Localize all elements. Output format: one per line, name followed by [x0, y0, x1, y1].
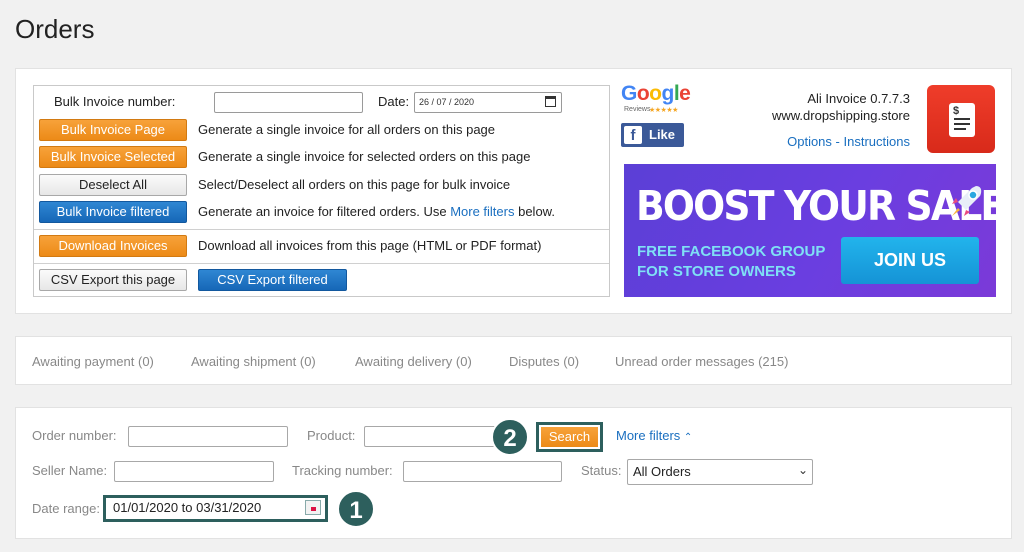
product-input[interactable] [364, 426, 499, 447]
download-invoices-button[interactable]: Download Invoices [39, 235, 187, 257]
bulk-invoice-box: Bulk Invoice number: Date: 26 / 07 / 202… [33, 85, 610, 297]
banner-subtitle-line1: FREE FACEBOOK GROUP [637, 243, 826, 260]
order-filters: Order number: Product: 2 Search More fil… [15, 407, 1012, 539]
status-label: Status: [581, 463, 622, 478]
bulk-invoice-page-button[interactable]: Bulk Invoice Page [39, 119, 187, 141]
google-logo-text: Google [621, 82, 691, 105]
stars-icon: ★★★★★ [649, 107, 678, 114]
chevron-up-icon: ⌃ [683, 432, 693, 443]
status-selected-value: All Orders [633, 464, 691, 479]
more-filters-toggle[interactable]: More filters ⌃ [616, 428, 692, 443]
tab-unread-messages[interactable]: Unread order messages (215) [615, 354, 788, 369]
tab-disputes[interactable]: Disputes (0) [509, 354, 579, 369]
order-number-input[interactable] [128, 426, 288, 447]
rocket-icon [952, 186, 982, 216]
csv-export-filtered-button[interactable]: CSV Export filtered [198, 269, 347, 291]
link-separator: - [835, 134, 840, 149]
divider [34, 229, 609, 230]
bulk-invoice-filtered-button[interactable]: Bulk Invoice filtered [39, 201, 187, 223]
ali-invoice-app-icon: $ [927, 85, 995, 153]
more-filters-link[interactable]: More filters [450, 204, 514, 219]
like-label: Like [649, 127, 676, 142]
tab-awaiting-shipment[interactable]: Awaiting shipment (0) [191, 354, 316, 369]
join-us-button[interactable]: JOIN US [841, 237, 979, 284]
seller-name-input[interactable] [114, 461, 274, 482]
reviews-label: Reviews [624, 106, 651, 113]
tracking-number-input[interactable] [403, 461, 562, 482]
deselect-all-desc: Select/Deselect all orders on this page … [198, 177, 511, 192]
bulk-invoice-selected-desc: Generate a single invoice for selected o… [198, 149, 531, 164]
boost-sales-banner[interactable]: BOOST YOUR SALES FREE FACEBOOK GROUP FOR… [624, 164, 996, 297]
facebook-like-button[interactable]: f Like [621, 123, 684, 147]
facebook-icon: f [624, 126, 642, 144]
order-status-tabs: Awaiting payment (0) Awaiting shipment (… [15, 336, 1012, 385]
step-2-badge: 2 [491, 418, 529, 456]
divider [34, 263, 609, 264]
invoice-panel: Bulk Invoice number: Date: 26 / 07 / 202… [15, 68, 1012, 314]
seller-name-label: Seller Name: [32, 463, 108, 478]
search-button[interactable]: Search [541, 427, 598, 447]
instructions-link[interactable]: Instructions [844, 134, 910, 149]
date-range-label: Date range: [32, 501, 100, 516]
chevron-down-icon: ⌄ [797, 463, 808, 477]
page-title: Orders [15, 14, 95, 44]
filtered-desc-suffix: below. [514, 204, 555, 219]
bulk-invoice-page-desc: Generate a single invoice for all orders… [198, 122, 496, 137]
calendar-icon[interactable] [305, 500, 321, 515]
banner-title: BOOST YOUR SALES [636, 182, 996, 230]
order-number-label: Order number: [32, 428, 117, 443]
tracking-number-label: Tracking number: [292, 463, 393, 478]
bulk-invoice-filtered-desc: Generate an invoice for filtered orders.… [198, 204, 555, 219]
bulk-invoice-number-input[interactable] [214, 92, 363, 113]
status-select[interactable]: All Orders ⌄ [627, 459, 813, 485]
banner-subtitle-line2: FOR STORE OWNERS [637, 263, 796, 280]
help-links: Options - Instructions [787, 134, 910, 149]
website-link[interactable]: www.dropshipping.store [772, 108, 910, 123]
app-version: Ali Invoice 0.7.7.3 [807, 91, 910, 106]
date-label: Date: [378, 94, 410, 109]
csv-export-page-button[interactable]: CSV Export this page [39, 269, 187, 291]
deselect-all-button[interactable]: Deselect All [39, 174, 187, 196]
download-invoices-desc: Download all invoices from this page (HT… [198, 238, 542, 253]
invoice-date-value: 26 / 07 / 2020 [419, 97, 475, 107]
step-1-badge: 1 [337, 490, 375, 528]
calendar-icon[interactable] [545, 96, 556, 107]
bulk-invoice-number-label: Bulk Invoice number: [54, 94, 176, 109]
bulk-invoice-selected-button[interactable]: Bulk Invoice Selected [39, 146, 187, 168]
tab-awaiting-delivery[interactable]: Awaiting delivery (0) [355, 354, 472, 369]
search-highlight: Search [536, 422, 603, 452]
date-range-input[interactable]: 01/01/2020 to 03/31/2020 [103, 495, 328, 522]
product-label: Product: [307, 428, 356, 443]
invoice-date-input[interactable]: 26 / 07 / 2020 [414, 92, 562, 113]
options-link[interactable]: Options [787, 134, 832, 149]
more-filters-label: More filters [616, 428, 681, 443]
date-range-value: 01/01/2020 to 03/31/2020 [113, 500, 262, 515]
tab-awaiting-payment[interactable]: Awaiting payment (0) [32, 354, 154, 369]
filtered-desc-text: Generate an invoice for filtered orders.… [198, 204, 451, 219]
